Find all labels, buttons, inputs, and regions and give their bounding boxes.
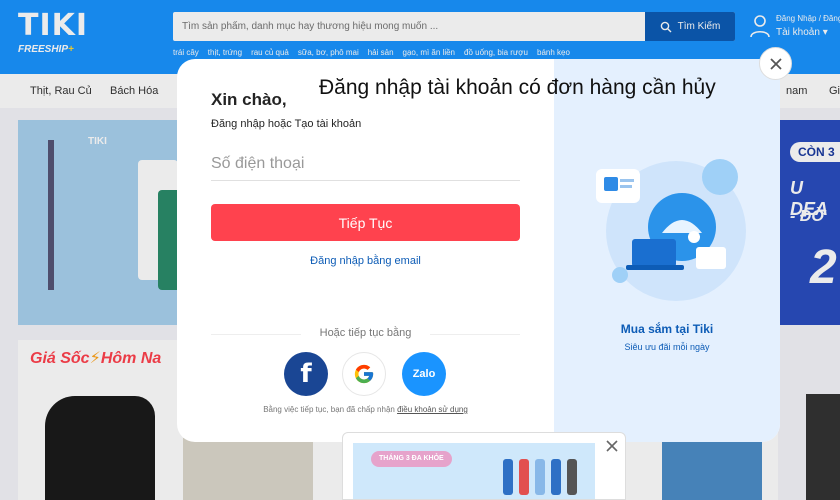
terms-link[interactable]: điều khoản sử dụng bbox=[397, 405, 468, 414]
terms-text: Bằng việc tiếp tục, bạn đã chấp nhận bbox=[263, 405, 398, 414]
google-login-button[interactable] bbox=[342, 352, 386, 396]
promo-popup: THÁNG 3 ĐA KHỎE bbox=[342, 432, 626, 500]
popup-product bbox=[519, 459, 529, 495]
phone-number-input[interactable] bbox=[211, 147, 520, 181]
or-continue-label: Hoặc tiếp tục bằng bbox=[319, 327, 412, 339]
close-icon bbox=[769, 57, 782, 70]
login-form-panel: Xin chào, Đăng nhập hoặc Tạo tài khoản T… bbox=[177, 59, 554, 442]
promo-panel: Mua sắm tại Tiki Siêu ưu đãi mỗi ngày bbox=[554, 59, 780, 442]
article-headline: Đăng nhập tài khoản có đơn hàng cần hủy bbox=[319, 76, 716, 99]
continue-button[interactable]: Tiếp Tục bbox=[211, 204, 520, 241]
greeting-title: Xin chào, bbox=[211, 90, 287, 109]
popup-product bbox=[551, 459, 561, 495]
zalo-icon: Zalo bbox=[412, 368, 436, 380]
popup-close-icon[interactable] bbox=[605, 439, 619, 453]
email-login-link[interactable]: Đăng nhập bằng email bbox=[211, 255, 520, 267]
popup-product bbox=[567, 459, 577, 495]
popup-banner[interactable]: THÁNG 3 ĐA KHỎE bbox=[353, 443, 595, 499]
terms-notice: Bằng việc tiếp tục, bạn đã chấp nhận điề… bbox=[211, 405, 520, 414]
close-modal-button[interactable] bbox=[759, 47, 792, 80]
popup-product bbox=[503, 459, 513, 495]
google-icon bbox=[354, 364, 374, 384]
facebook-icon: f bbox=[300, 359, 312, 389]
zalo-login-button[interactable]: Zalo bbox=[402, 352, 446, 396]
popup-product bbox=[535, 459, 545, 495]
promo-title: Mua sắm tại Tiki bbox=[620, 322, 714, 336]
login-modal: Xin chào, Đăng nhập hoặc Tạo tài khoản T… bbox=[177, 59, 780, 442]
facebook-login-button[interactable]: f bbox=[284, 352, 328, 396]
login-subtitle: Đăng nhập hoặc Tạo tài khoản bbox=[211, 118, 362, 130]
popup-pill: THÁNG 3 ĐA KHỎE bbox=[371, 451, 452, 467]
promo-subtitle: Siêu ưu đãi mỗi ngày bbox=[624, 342, 710, 352]
mascot-illustration-icon bbox=[596, 159, 746, 301]
